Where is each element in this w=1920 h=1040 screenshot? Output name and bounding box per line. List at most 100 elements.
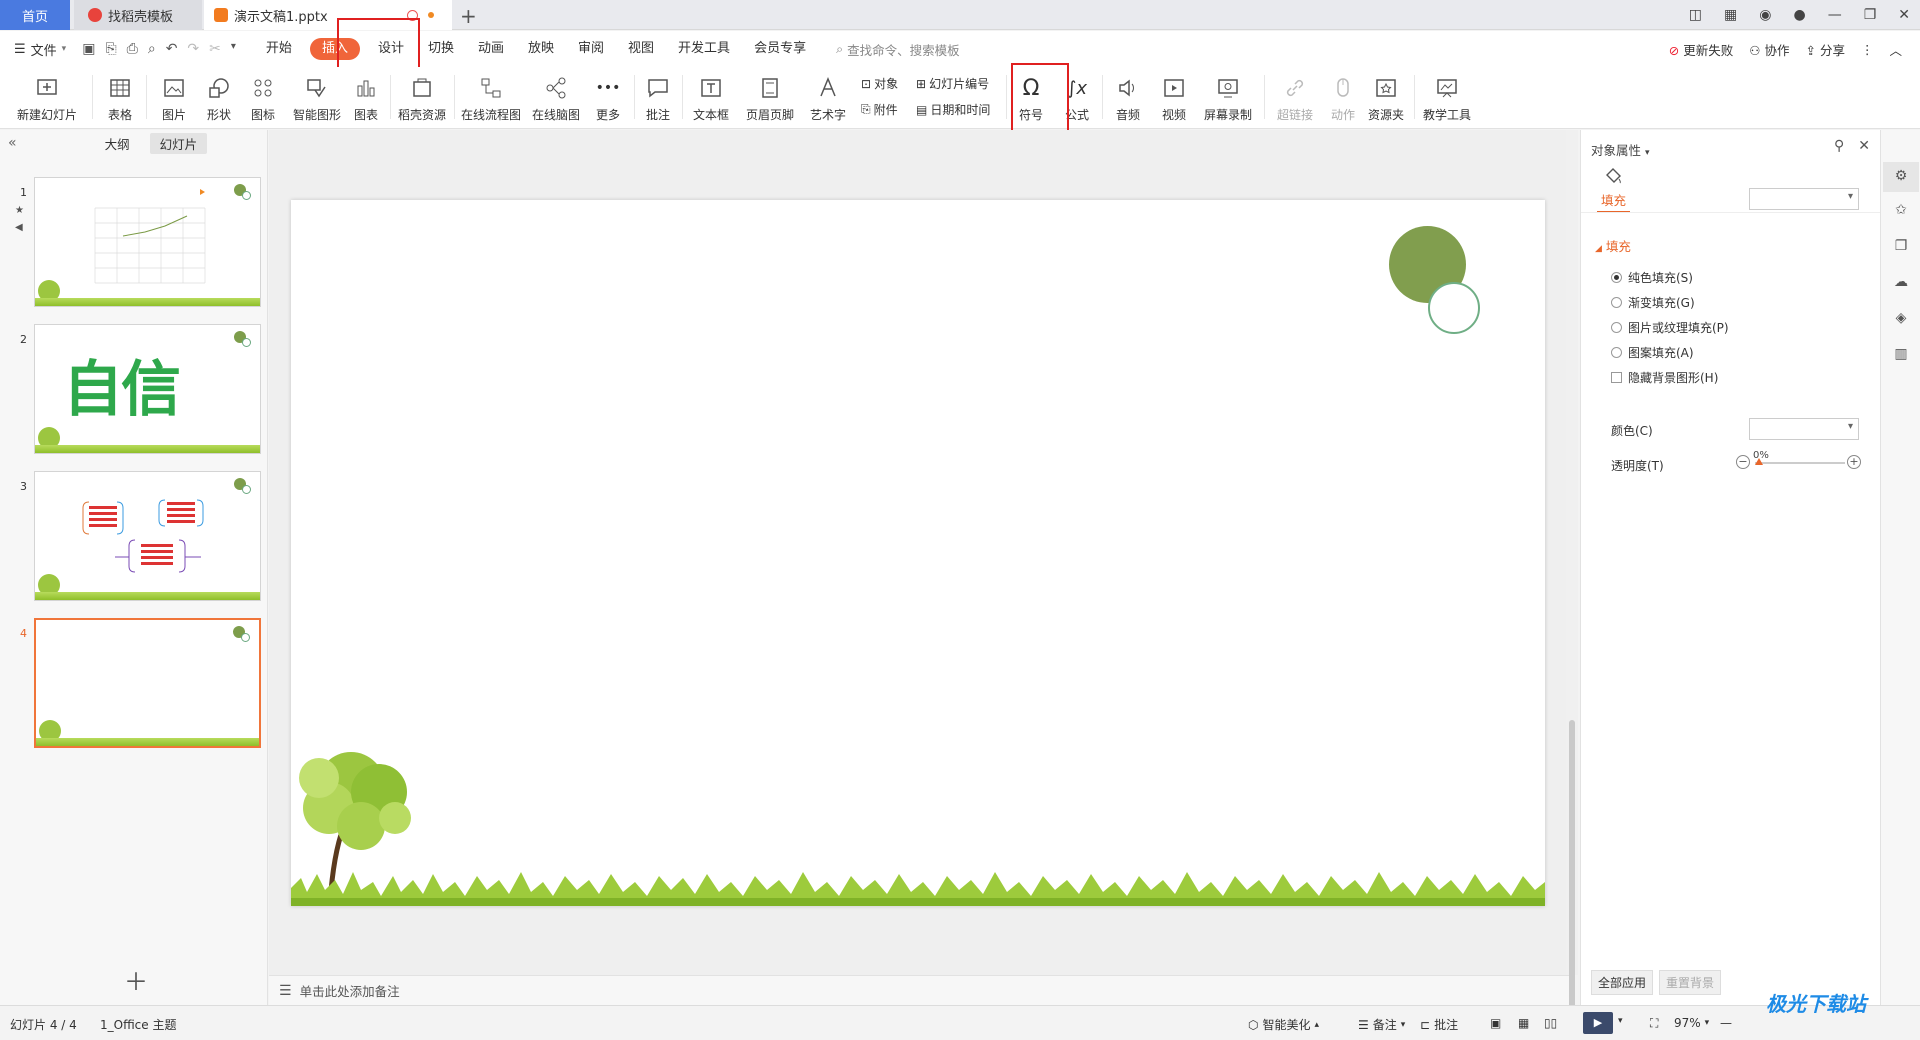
tab-slides[interactable]: 幻灯片	[149, 132, 208, 154]
avatar[interactable]: ●	[1793, 7, 1805, 23]
comment-toggle-button[interactable]: ⊏ 批注	[1420, 1016, 1458, 1033]
slide-thumbnail-2[interactable]: 自信	[34, 324, 261, 454]
zoom-level[interactable]: 97% ▾	[1674, 1016, 1709, 1030]
fill-type-select[interactable]	[1749, 188, 1859, 210]
minimize-icon[interactable]: —	[1828, 7, 1842, 23]
scrollbar-thumb[interactable]	[1569, 720, 1575, 1020]
close-icon[interactable]: ✕	[1898, 7, 1910, 23]
share-button[interactable]: ⇪ 分享	[1806, 40, 1845, 59]
add-tab-button[interactable]: +	[460, 4, 477, 28]
more-icon[interactable]: ⋮	[1861, 42, 1874, 57]
table-button[interactable]: 表格	[100, 67, 140, 125]
slide-thumbnail-4[interactable]	[34, 618, 261, 748]
editor-vertical-scrollbar[interactable]	[1566, 130, 1578, 1020]
notes-bar[interactable]: ☰ 单击此处添加备注	[269, 975, 1569, 1005]
wordart-button[interactable]: 艺术字	[804, 67, 852, 125]
transparency-decrease-button[interactable]: −	[1736, 455, 1750, 469]
theme-name[interactable]: 1_Office 主题	[100, 1016, 176, 1033]
add-slide-button[interactable]: ＋	[124, 962, 148, 997]
fill-tab[interactable]: 填充	[1597, 190, 1631, 213]
format-painter-icon[interactable]: ✂	[209, 41, 221, 57]
copy-slides-icon[interactable]: ❐	[1892, 238, 1910, 256]
date-time-button[interactable]: ▤ 日期和时间	[916, 101, 990, 118]
icon-button[interactable]: 图标	[243, 67, 283, 125]
fill-section-header[interactable]: ◢ 填充	[1595, 236, 1631, 255]
tab-developer[interactable]: 开发工具	[666, 38, 742, 60]
resource-folder-button[interactable]: 资源夹	[1364, 67, 1408, 125]
home-tab[interactable]: 首页	[0, 0, 70, 30]
file-menu[interactable]: ☰ 文件 ▾	[14, 40, 66, 59]
tab-member[interactable]: 会员专享	[742, 38, 818, 60]
online-mindmap-button[interactable]: 在线脑图	[530, 67, 582, 125]
transparency-slider[interactable]	[1755, 458, 1845, 465]
textbox-button[interactable]: 文本框	[688, 67, 734, 125]
save-icon[interactable]: ▣	[82, 41, 95, 57]
current-slide-canvas[interactable]	[291, 200, 1545, 906]
slide-sorter-icon[interactable]: ▦	[1518, 1016, 1529, 1030]
teaching-tools-button[interactable]: 教学工具	[1420, 67, 1474, 125]
chart-button[interactable]: 图表	[347, 67, 385, 125]
header-footer-button[interactable]: 页眉页脚	[742, 67, 798, 125]
pin-star-icon[interactable]: ✩	[1892, 202, 1910, 220]
attachment-button[interactable]: ⎘ 附件	[861, 101, 898, 118]
video-button[interactable]: 视频	[1154, 67, 1194, 125]
radio-gradient-fill[interactable]: 渐变填充(G)	[1611, 294, 1695, 311]
color-select[interactable]	[1749, 418, 1859, 440]
notes-toggle-button[interactable]: ☰ 备注 ▾	[1358, 1016, 1405, 1033]
tab-home[interactable]: 开始	[254, 38, 304, 60]
grid-icon[interactable]: ▦	[1724, 7, 1737, 23]
paint-bucket-icon[interactable]	[1603, 166, 1623, 186]
fit-to-window-icon[interactable]: ⛶	[1650, 1016, 1658, 1031]
collaborate-button[interactable]: ⚇ 协作	[1749, 40, 1789, 59]
smart-beautify-button[interactable]: ⬡ 智能美化 ▴	[1248, 1016, 1319, 1033]
tab-transition[interactable]: 切换	[416, 38, 466, 60]
online-flowchart-button[interactable]: 在线流程图	[460, 67, 522, 125]
radio-pattern-fill[interactable]: 图案填充(A)	[1611, 344, 1694, 361]
slide-thumbnail-3[interactable]	[34, 471, 261, 601]
reset-background-button[interactable]: 重置背景	[1659, 970, 1722, 995]
undo-icon[interactable]: ↶	[166, 41, 178, 57]
update-status[interactable]: ⊘ 更新失败	[1669, 40, 1733, 59]
object-button[interactable]: ⊡ 对象	[861, 75, 898, 92]
play-slideshow-button[interactable]: ▶	[1583, 1012, 1613, 1034]
close-pane-icon[interactable]: ✕	[1858, 138, 1870, 154]
audio-button[interactable]: 音频	[1108, 67, 1148, 125]
new-slide-button[interactable]: 新建幻灯片	[10, 67, 84, 125]
slide-thumbnail-1[interactable]	[34, 177, 261, 307]
apply-all-button[interactable]: 全部应用	[1591, 970, 1654, 995]
tab-review[interactable]: 审阅	[566, 38, 616, 60]
print-icon[interactable]: ⎙	[127, 41, 138, 57]
skin-icon[interactable]: ◉	[1759, 7, 1771, 23]
action-button[interactable]: 动作	[1326, 67, 1360, 125]
layout-icon[interactable]: ◫	[1689, 7, 1702, 23]
tab-view[interactable]: 视图	[616, 38, 666, 60]
collapse-ribbon-icon[interactable]: ︿	[1889, 40, 1902, 59]
command-search[interactable]: ⌕ 查找命令、搜索模板	[836, 40, 960, 59]
screen-record-button[interactable]: 屏幕录制	[1200, 67, 1256, 125]
slide-number-button[interactable]: ⊞ 幻灯片编号	[916, 75, 989, 92]
property-settings-icon[interactable]: ⚙	[1883, 162, 1919, 192]
pin-icon[interactable]: ⚲	[1834, 138, 1844, 154]
hyperlink-button[interactable]: 超链接	[1272, 67, 1318, 125]
customize-icon[interactable]: ▾	[231, 41, 236, 57]
smart-graphic-button[interactable]: 智能图形	[289, 67, 345, 125]
radio-picture-fill[interactable]: 图片或纹理填充(P)	[1611, 319, 1729, 336]
tab-animation[interactable]: 动画	[466, 38, 516, 60]
hide-background-checkbox[interactable]: 隐藏背景图形(H)	[1611, 369, 1718, 386]
tab-slideshow[interactable]: 放映	[516, 38, 566, 60]
decor-ring[interactable]	[1428, 282, 1480, 334]
zoom-out-button[interactable]: —	[1720, 1016, 1732, 1030]
reading-view-icon[interactable]: ▯▯	[1544, 1016, 1557, 1030]
redo-icon[interactable]: ↷	[187, 41, 199, 57]
backup-icon[interactable]: ☁	[1892, 274, 1910, 292]
transparency-increase-button[interactable]: +	[1847, 455, 1861, 469]
collapse-pane-icon[interactable]: «	[8, 135, 17, 151]
properties-title[interactable]: 对象属性 ▾	[1591, 140, 1650, 159]
radio-solid-fill[interactable]: 纯色填充(S)	[1611, 269, 1693, 286]
picture-button[interactable]: 图片	[154, 67, 194, 125]
preview-icon[interactable]: ⌕	[148, 41, 156, 57]
template-tab[interactable]: 找稻壳模板	[74, 0, 202, 30]
export-icon[interactable]: ⎘	[105, 41, 116, 57]
normal-view-icon[interactable]: ▣	[1490, 1016, 1501, 1030]
play-options-icon[interactable]: ▾	[1618, 1016, 1623, 1026]
